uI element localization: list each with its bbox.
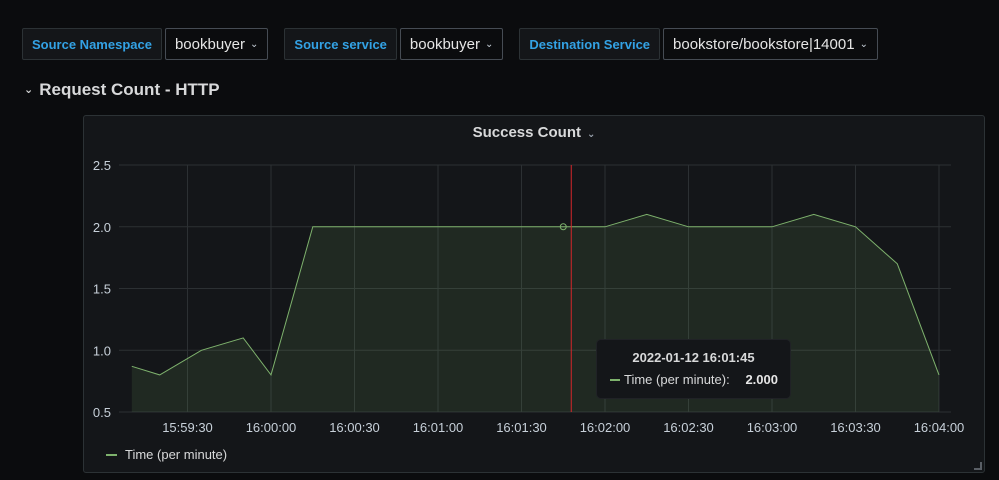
chart-canvas[interactable]: 0.5 1.0 1.5 2.0 2.5 15:59:30 16:00:00 16:00:30 1…	[84, 116, 984, 472]
tooltip-swatch	[610, 378, 620, 381]
x-tick-label: 16:00:30	[329, 420, 380, 435]
var-label-source-service: Source service	[284, 28, 397, 60]
y-tick-label: 2.5	[93, 158, 111, 173]
x-tick-label: 16:03:30	[830, 420, 881, 435]
y-tick-label: 0.5	[93, 405, 111, 420]
y-tick-label: 2.0	[93, 220, 111, 235]
chevron-down-icon: ⌄	[484, 38, 494, 50]
chevron-down-icon: ⌄	[586, 129, 596, 140]
y-tick-label: 1.5	[93, 282, 111, 297]
x-tick-label: 16:01:30	[496, 420, 547, 435]
success-count-panel: 0.5 1.0 1.5 2.0 2.5 15:59:30 16:00:00 16:00:30 1…	[83, 115, 985, 473]
tooltip-row: Time (per minute): 2.000	[610, 372, 778, 387]
destination-service-value: bookstore/bookstore|14001	[673, 35, 855, 53]
x-tick-label: 15:59:30	[162, 420, 213, 435]
chart-legend[interactable]: Time (per minute)	[106, 447, 227, 462]
var-label-destination-service: Destination Service	[519, 28, 661, 60]
x-tick-label: 16:03:00	[747, 420, 798, 435]
tooltip-time: 2022-01-12 16:01:45	[632, 350, 755, 365]
legend-swatch	[106, 453, 117, 456]
source-service-value: bookbuyer	[409, 35, 480, 53]
destination-service-select[interactable]: bookstore/bookstore|14001 ⌄	[663, 28, 878, 60]
x-tick-label: 16:01:00	[413, 420, 464, 435]
var-label-source-namespace: Source Namespace	[22, 28, 162, 60]
variables-bar: Source Namespace bookbuyer ⌄ Source serv…	[22, 28, 878, 62]
source-namespace-select[interactable]: bookbuyer ⌄	[164, 28, 269, 60]
y-tick-label: 1.0	[93, 343, 111, 358]
hover-tooltip: 2022-01-12 16:01:45 Time (per minute): 2…	[597, 340, 790, 398]
panel-title-text: Success Count	[472, 124, 581, 141]
panel-title-menu[interactable]: Success Count ⌄	[84, 124, 984, 141]
row-title-text: Request Count - HTTP	[39, 80, 220, 99]
x-tick-label: 16:02:30	[663, 420, 714, 435]
chevron-down-icon: ⌄	[24, 84, 34, 96]
tooltip-series-name: Time (per minute):	[624, 372, 730, 387]
legend-label: Time (per minute)	[125, 447, 228, 462]
chevron-down-icon: ⌄	[250, 38, 259, 50]
x-tick-label: 16:02:00	[580, 420, 631, 435]
x-tick-label: 16:00:00	[246, 420, 297, 435]
chevron-down-icon: ⌄	[859, 38, 868, 50]
resize-handle-icon[interactable]	[974, 462, 982, 470]
tooltip-value: 2.000	[745, 372, 778, 387]
row-title-toggle[interactable]: ⌄ Request Count - HTTP	[24, 80, 220, 100]
source-service-select[interactable]: bookbuyer ⌄	[399, 28, 504, 60]
series-area	[131, 214, 940, 412]
x-tick-label: 16:04:00	[914, 420, 965, 435]
source-namespace-value: bookbuyer	[174, 35, 246, 53]
